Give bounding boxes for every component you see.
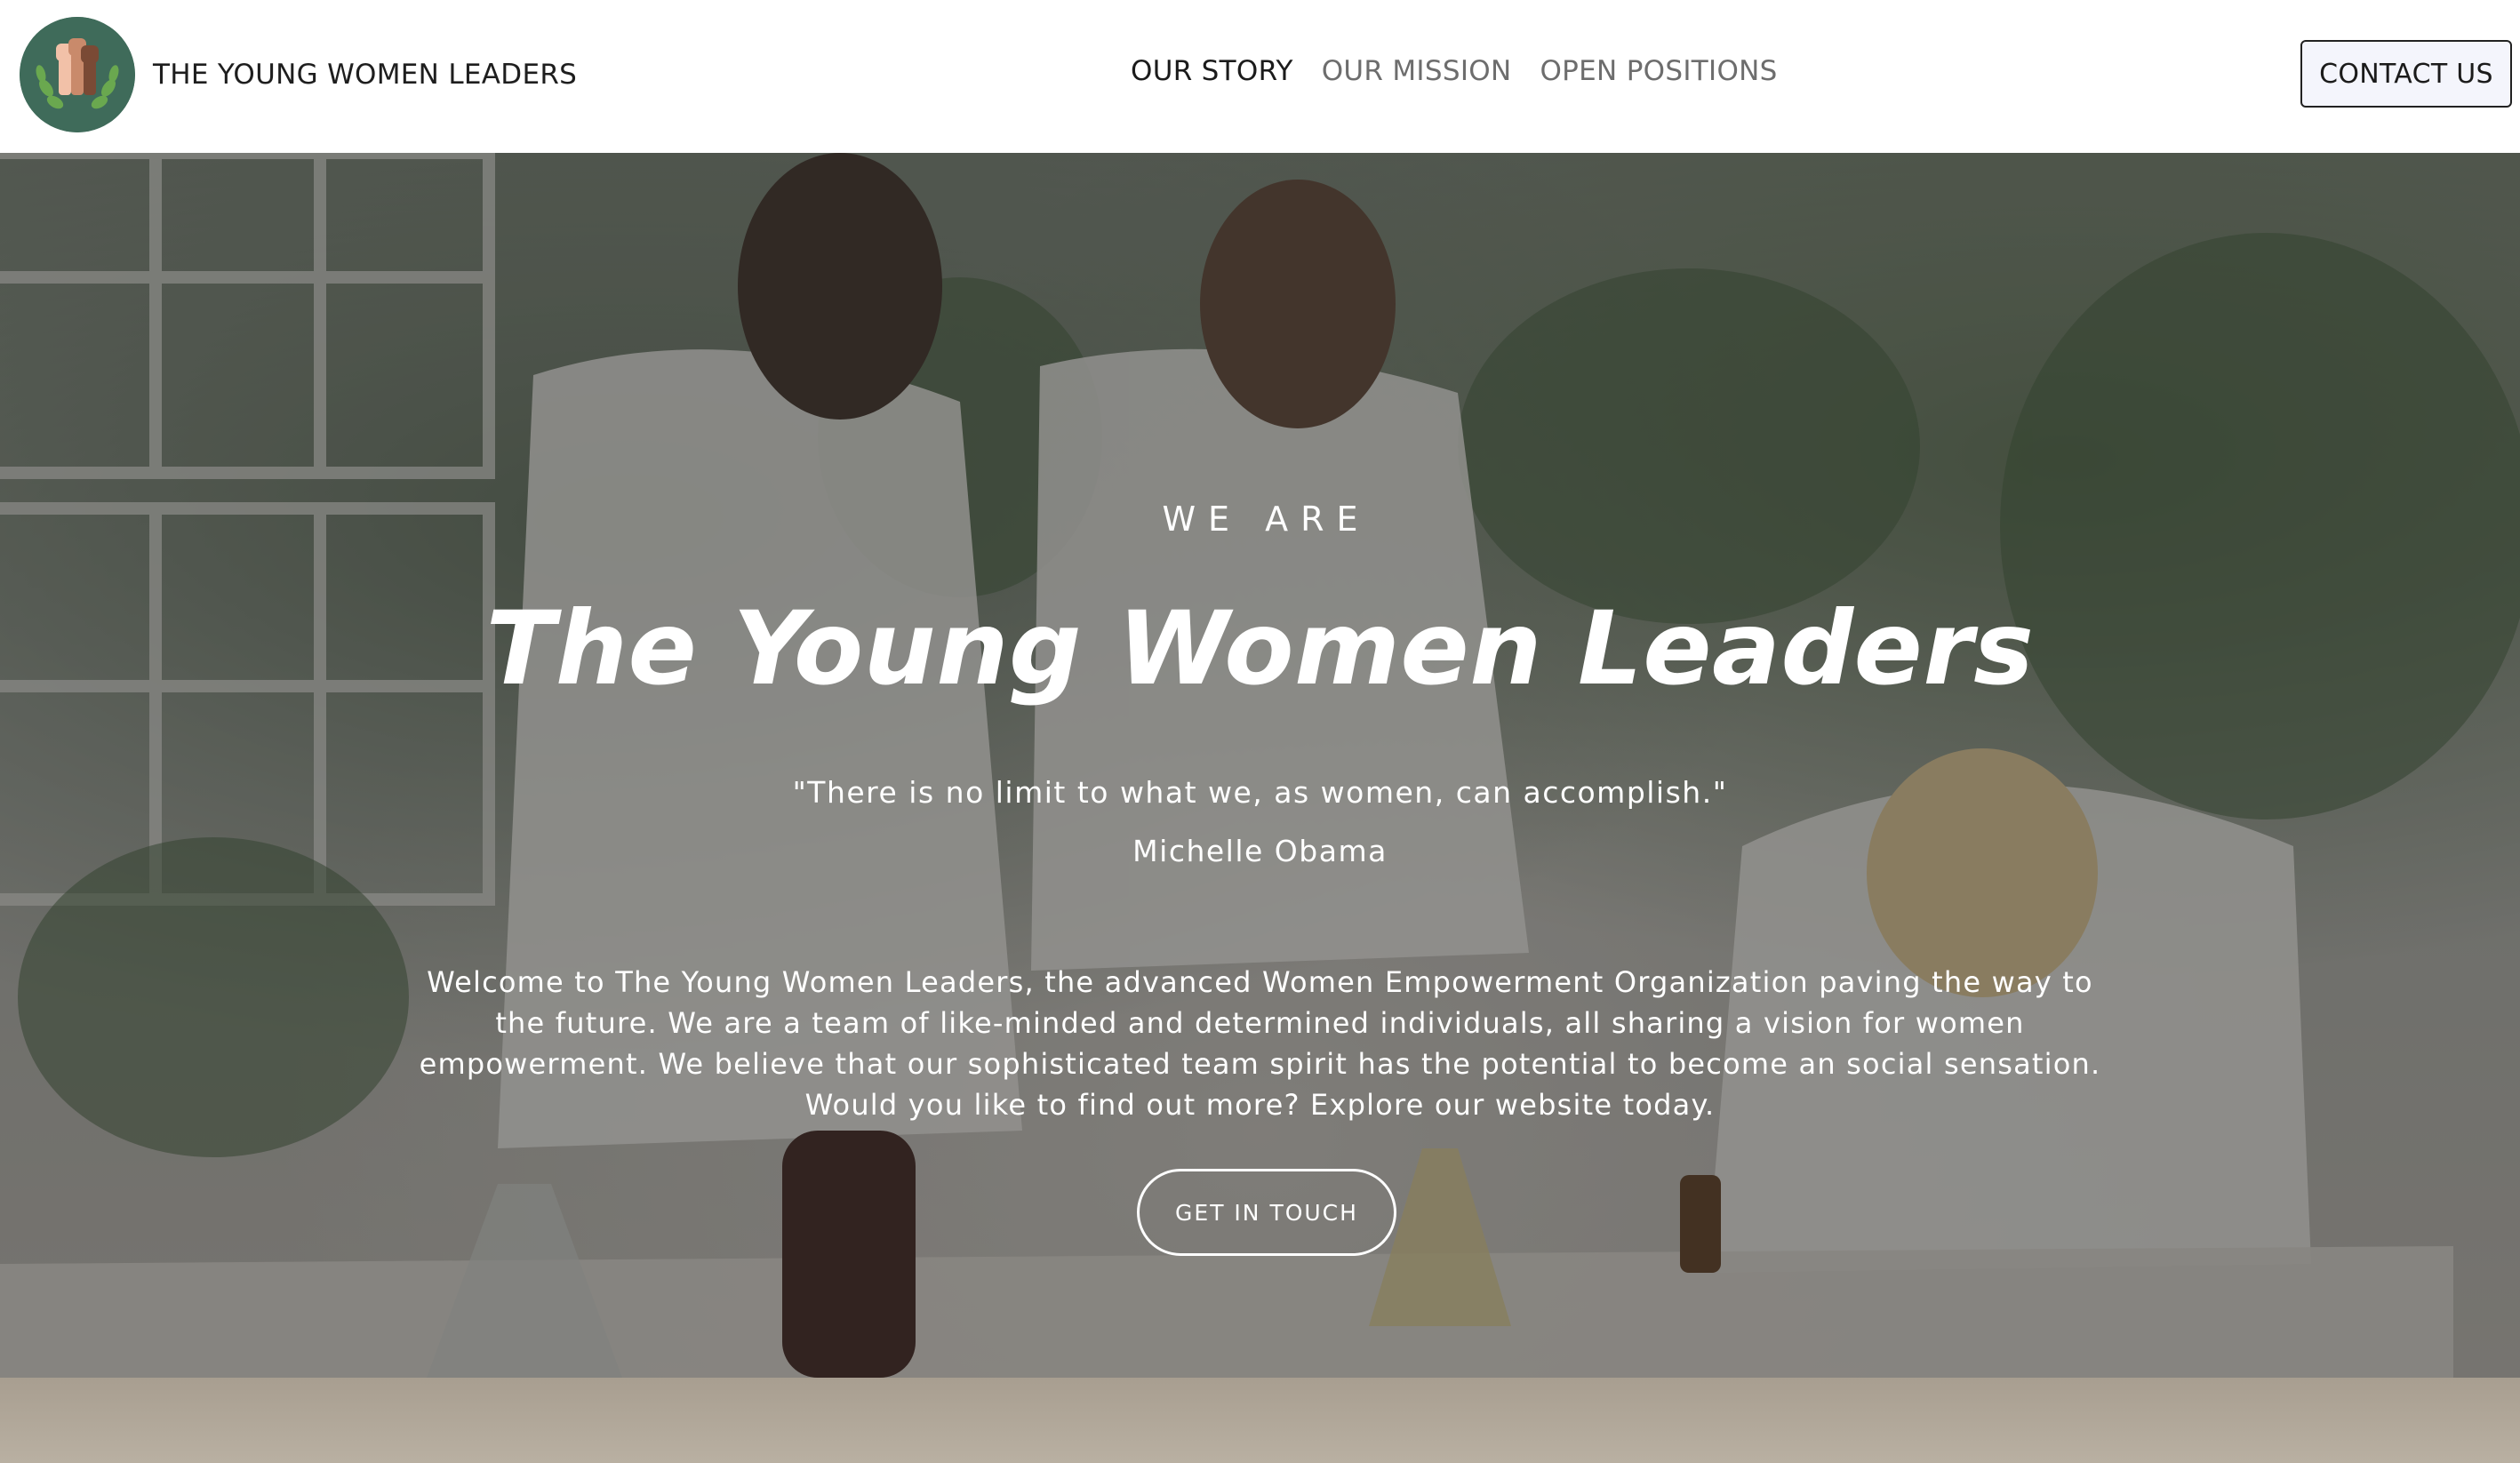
nav-open-positions[interactable]: OPEN POSITIONS <box>1540 55 1777 87</box>
contact-us-button[interactable]: CONTACT US <box>2300 40 2512 108</box>
nav-our-mission[interactable]: OUR MISSION <box>1322 55 1512 87</box>
main-nav: OUR STORY OUR MISSION OPEN POSITIONS <box>1131 55 1778 87</box>
hero-quote: "There is no limit to what we, as women,… <box>792 775 1728 810</box>
next-section-peek <box>0 1378 2520 1463</box>
raised-fists-laurel-icon <box>20 17 135 132</box>
hero-quote-author: Michelle Obama <box>1132 834 1388 868</box>
get-in-touch-button[interactable]: GET IN TOUCH <box>1137 1169 1396 1256</box>
brand-link[interactable]: THE YOUNG WOMEN LEADERS <box>20 17 577 132</box>
hero-intro-text: Welcome to The Young Women Leaders, the … <box>419 965 2101 1122</box>
page: THE YOUNG WOMEN LEADERS OUR STORY OUR MI… <box>0 0 2520 1463</box>
brand-name: THE YOUNG WOMEN LEADERS <box>153 59 578 91</box>
site-header: THE YOUNG WOMEN LEADERS OUR STORY OUR MI… <box>0 0 2520 153</box>
hero-section: WE ARE The Young Women Leaders "There is… <box>0 153 2520 1378</box>
nav-our-story[interactable]: OUR STORY <box>1131 55 1293 87</box>
hero-eyebrow: WE ARE <box>1162 500 1371 539</box>
hero-content: WE ARE The Young Women Leaders "There is… <box>0 153 2520 1378</box>
hero-title: The Young Women Leaders <box>485 589 2035 708</box>
